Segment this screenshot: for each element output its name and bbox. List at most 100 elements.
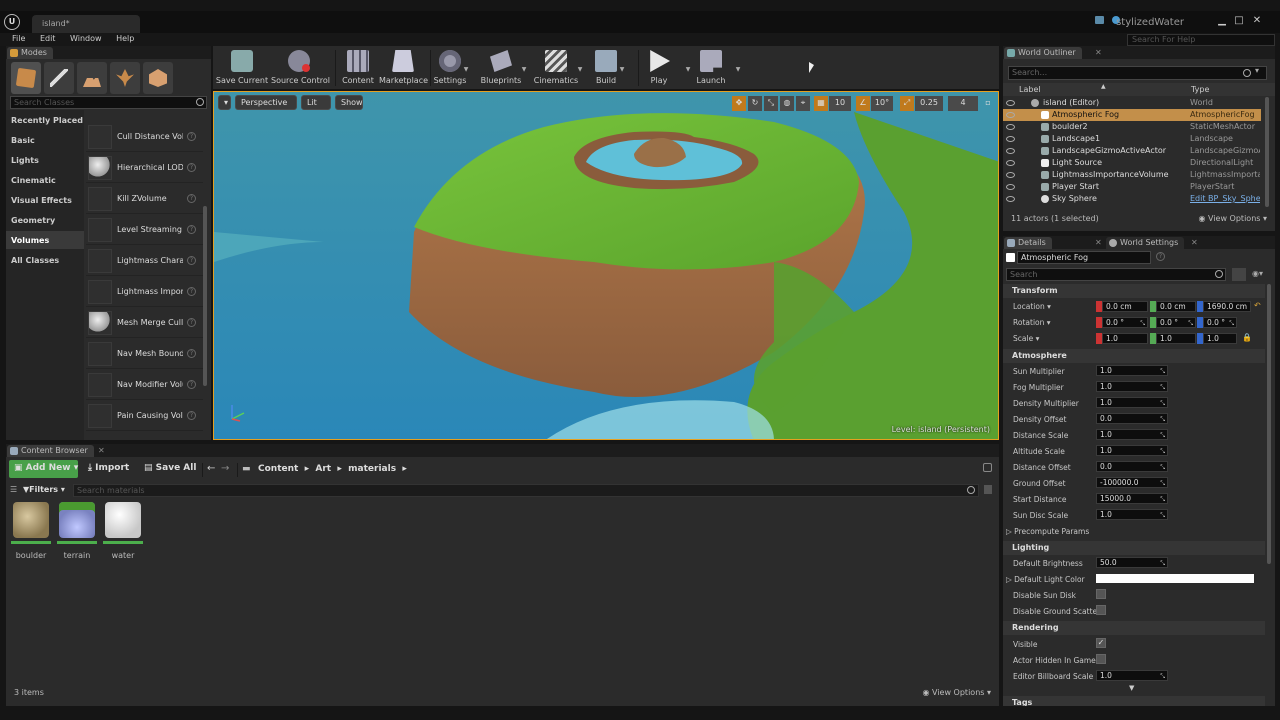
- actor-item[interactable]: Level Streaming?: [86, 215, 203, 245]
- asset-tile-boulder[interactable]: [11, 500, 51, 544]
- scale-z-field[interactable]: 1.0: [1203, 333, 1237, 344]
- actor-item[interactable]: Mesh Merge Culling?: [86, 308, 203, 338]
- menu-file[interactable]: File: [12, 33, 25, 45]
- help-icon[interactable]: ?: [187, 225, 196, 234]
- sources-panel-toggle-icon[interactable]: ☰: [10, 485, 17, 494]
- build-button[interactable]: ▼ Build: [593, 48, 624, 88]
- help-search-input[interactable]: Search For Help: [1127, 34, 1275, 46]
- visibility-eye-icon[interactable]: [1006, 124, 1015, 130]
- ground-offset-field[interactable]: -100000.0 ⤡: [1096, 477, 1168, 488]
- geometry-mode-button[interactable]: [143, 62, 173, 94]
- outliner-row[interactable]: island (Editor) World: [1003, 97, 1261, 109]
- rendering-section-header[interactable]: Rendering: [1003, 621, 1265, 635]
- visibility-eye-icon[interactable]: [1006, 196, 1015, 202]
- fog-multiplier-field[interactable]: 1.0 ⤡: [1096, 381, 1168, 392]
- scale-label[interactable]: Scale ▾: [1013, 334, 1039, 343]
- actor-item[interactable]: Cull Distance Vol?: [86, 122, 203, 152]
- close-icon[interactable]: ✕: [1250, 15, 1264, 27]
- back-arrow-icon[interactable]: ←: [207, 463, 215, 474]
- blueprints-button[interactable]: ▼ Blueprints: [479, 48, 526, 88]
- minimize-icon[interactable]: ▁: [1215, 15, 1229, 27]
- category-all-classes[interactable]: All Classes: [11, 256, 59, 265]
- outliner-row[interactable]: boulder2 StaticMeshActor: [1003, 121, 1261, 133]
- scale-snap-value[interactable]: 0.25: [915, 96, 943, 111]
- distance-offset-field[interactable]: 0.0 ⤡: [1096, 461, 1168, 472]
- actor-item[interactable]: Pain Causing Volu?: [86, 401, 203, 431]
- save-search-icon[interactable]: [984, 485, 992, 494]
- feedback-icon[interactable]: [1095, 16, 1104, 24]
- grid-snap-value[interactable]: 10: [829, 96, 851, 111]
- visibility-eye-icon[interactable]: [1006, 112, 1015, 118]
- actor-item[interactable]: Nav Modifier Volu?: [86, 370, 203, 400]
- scale-icon[interactable]: ⤡: [764, 96, 778, 111]
- actor-item[interactable]: Nav Mesh Bound?: [86, 339, 203, 369]
- close-tab-icon[interactable]: ✕: [98, 446, 105, 455]
- default-light-color-row[interactable]: ▷ Default Light Color: [1006, 575, 1085, 584]
- grid-snap-icon[interactable]: ▦: [814, 96, 828, 111]
- rotation-y-field[interactable]: 0.0 ° ⤡: [1156, 317, 1196, 328]
- category-geometry[interactable]: Geometry: [11, 216, 55, 225]
- search-classes-input[interactable]: Search Classes: [10, 96, 207, 109]
- lock-icon[interactable]: 🔒: [1242, 333, 1252, 342]
- import-button[interactable]: ⤓ Import: [83, 460, 134, 478]
- viewport-options-button[interactable]: ▾: [218, 95, 231, 110]
- lit-button[interactable]: Lit: [301, 95, 331, 110]
- content-search-input[interactable]: Search materials: [73, 484, 979, 497]
- edit-blueprint-link[interactable]: Edit BP_Sky_Sphe: [1190, 193, 1260, 205]
- menu-window[interactable]: Window: [70, 33, 102, 45]
- atmosphere-section-header[interactable]: Atmosphere: [1003, 349, 1265, 363]
- location-y-field[interactable]: 0.0 cm: [1156, 301, 1196, 312]
- outliner-view-options[interactable]: ◉ View Options ▾: [1199, 214, 1268, 223]
- level-viewport[interactable]: ▾ Perspective Lit Show ✥ ↻ ⤡ ◍ ⌖ ▦ 10 ∠ …: [213, 91, 999, 440]
- surface-snap-icon[interactable]: ⌖: [796, 96, 810, 111]
- rotation-snap-value[interactable]: 10°: [871, 96, 893, 111]
- category-cinematic[interactable]: Cinematic: [11, 176, 56, 185]
- visibility-eye-icon[interactable]: [1006, 136, 1015, 142]
- lighting-section-header[interactable]: Lighting: [1003, 541, 1265, 555]
- maximize-viewport-icon[interactable]: ▫: [982, 96, 994, 111]
- lock-icon[interactable]: [983, 463, 992, 472]
- play-button[interactable]: ▼ Play: [645, 48, 690, 88]
- help-icon[interactable]: ?: [187, 349, 196, 358]
- actor-item[interactable]: Hierarchical LODVol?: [86, 153, 203, 183]
- outliner-row[interactable]: Landscape1 Landscape: [1003, 133, 1261, 145]
- scale-y-field[interactable]: 1.0: [1156, 333, 1196, 344]
- place-mode-button[interactable]: [11, 62, 41, 94]
- visibility-eye-icon[interactable]: [1006, 160, 1015, 166]
- type-column-header[interactable]: Type: [1191, 85, 1209, 94]
- help-icon[interactable]: ?: [187, 194, 196, 203]
- help-icon[interactable]: ?: [1156, 252, 1165, 261]
- breadcrumb-materials[interactable]: materials: [348, 464, 396, 474]
- billboard-scale-field[interactable]: 1.0 ⤡: [1096, 670, 1168, 681]
- save-all-button[interactable]: ▤ Save All: [139, 460, 201, 478]
- level-tab[interactable]: island*: [32, 15, 140, 33]
- category-volumes[interactable]: Volumes: [11, 236, 49, 245]
- scale-snap-icon[interactable]: ⤢: [900, 96, 914, 111]
- help-icon[interactable]: ?: [187, 256, 196, 265]
- close-tab-icon[interactable]: ✕: [1095, 48, 1102, 57]
- category-basic[interactable]: Basic: [11, 136, 35, 145]
- landscape-mode-button[interactable]: [77, 62, 107, 94]
- content-browser-tab[interactable]: Content Browser: [7, 445, 94, 457]
- visibility-eye-icon[interactable]: [1006, 100, 1015, 106]
- visible-checkbox[interactable]: ✓: [1096, 638, 1106, 648]
- outliner-scrollbar[interactable]: [1265, 97, 1269, 207]
- translate-icon[interactable]: ✥: [732, 96, 746, 111]
- help-icon[interactable]: ?: [187, 318, 196, 327]
- visibility-eye-icon[interactable]: [1006, 148, 1015, 154]
- location-x-field[interactable]: 0.0 cm: [1102, 301, 1148, 312]
- actor-item[interactable]: Kill ZVolume?: [86, 184, 203, 214]
- outliner-row[interactable]: Light Source DirectionalLight: [1003, 157, 1261, 169]
- help-icon[interactable]: ?: [187, 163, 196, 172]
- menu-help[interactable]: Help: [116, 33, 134, 45]
- outliner-settings-icon[interactable]: ▾: [1255, 66, 1259, 75]
- reset-arrow-icon[interactable]: ↶: [1254, 301, 1261, 310]
- breadcrumb-art[interactable]: Art: [315, 464, 331, 474]
- rotation-label[interactable]: Rotation ▾: [1013, 318, 1051, 327]
- default-brightness-field[interactable]: 50.0 ⤡: [1096, 557, 1168, 568]
- source-control-button[interactable]: Source Control: [271, 48, 330, 88]
- menu-edit[interactable]: Edit: [40, 33, 56, 45]
- advanced-expand-icon[interactable]: ▼: [1129, 684, 1134, 692]
- marketplace-button[interactable]: Marketplace: [379, 48, 428, 88]
- actor-name-field[interactable]: Atmospheric Fog: [1017, 251, 1151, 264]
